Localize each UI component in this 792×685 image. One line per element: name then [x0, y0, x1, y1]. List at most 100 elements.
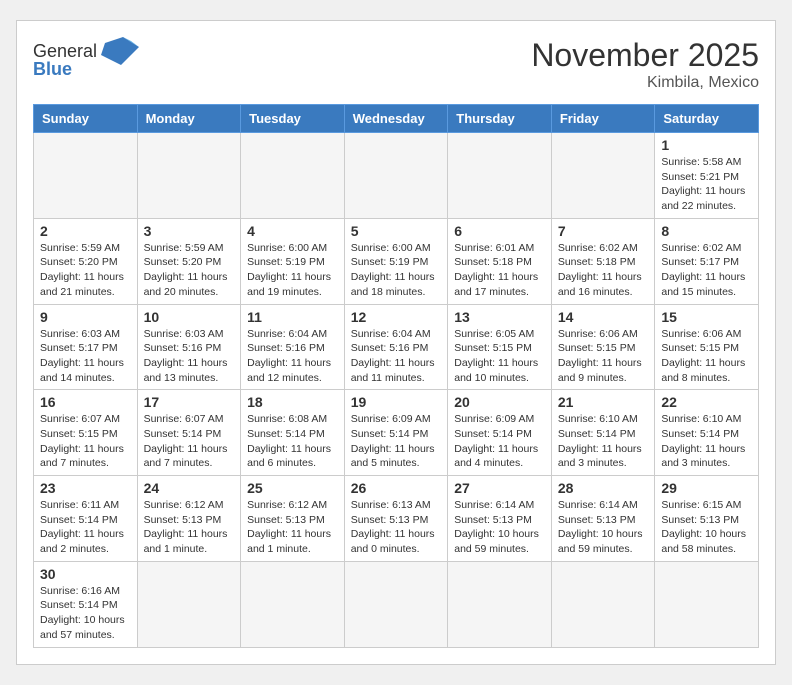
day-number: 30: [40, 566, 131, 582]
day-cell: 16 Sunrise: 6:07 AM Sunset: 5:15 PM Dayli…: [34, 390, 138, 476]
day-cell: 12 Sunrise: 6:04 AM Sunset: 5:16 PM Dayli…: [344, 304, 448, 390]
day-info: Sunrise: 6:07 AM Sunset: 5:14 PM Dayligh…: [144, 412, 235, 471]
day-info: Sunrise: 6:10 AM Sunset: 5:14 PM Dayligh…: [558, 412, 649, 471]
day-number: 2: [40, 223, 131, 239]
day-number: 5: [351, 223, 442, 239]
day-number: 21: [558, 394, 649, 410]
day-cell: 6Sunrise: 6:01 AM Sunset: 5:18 PM Daylig…: [448, 218, 552, 304]
day-cell: [344, 133, 448, 219]
day-cell: 4Sunrise: 6:00 AM Sunset: 5:19 PM Daylig…: [241, 218, 345, 304]
day-number: 9: [40, 309, 131, 325]
day-info: Sunrise: 6:14 AM Sunset: 5:13 PM Dayligh…: [454, 498, 545, 557]
calendar-header: General Blue November 2025 Kimbila, Mexi…: [33, 37, 759, 92]
calendar-table: SundayMondayTuesdayWednesdayThursdayFrid…: [33, 104, 759, 648]
title-area: November 2025 Kimbila, Mexico: [531, 37, 759, 92]
day-info: Sunrise: 5:59 AM Sunset: 5:20 PM Dayligh…: [40, 241, 131, 300]
day-cell: [137, 133, 241, 219]
day-cell: 27 Sunrise: 6:14 AM Sunset: 5:13 PM Dayli…: [448, 476, 552, 562]
day-info: Sunrise: 6:09 AM Sunset: 5:14 PM Dayligh…: [454, 412, 545, 471]
weekday-header-friday: Friday: [551, 105, 655, 133]
day-info: Sunrise: 6:04 AM Sunset: 5:16 PM Dayligh…: [351, 327, 442, 386]
logo: General Blue: [33, 37, 139, 80]
day-number: 11: [247, 309, 338, 325]
calendar-subtitle: Kimbila, Mexico: [531, 74, 759, 92]
day-number: 23: [40, 480, 131, 496]
day-number: 7: [558, 223, 649, 239]
day-info: Sunrise: 6:11 AM Sunset: 5:14 PM Dayligh…: [40, 498, 131, 557]
weekday-header-sunday: Sunday: [34, 105, 138, 133]
day-cell: [241, 133, 345, 219]
week-row-3: 9 Sunrise: 6:03 AM Sunset: 5:17 PM Daylig…: [34, 304, 759, 390]
day-number: 13: [454, 309, 545, 325]
day-number: 17: [144, 394, 235, 410]
week-row-2: 2 Sunrise: 5:59 AM Sunset: 5:20 PM Daylig…: [34, 218, 759, 304]
day-cell: 14Sunrise: 6:06 AM Sunset: 5:15 PM Dayli…: [551, 304, 655, 390]
day-info: Sunrise: 6:12 AM Sunset: 5:13 PM Dayligh…: [247, 498, 338, 557]
day-cell: [241, 561, 345, 647]
day-number: 24: [144, 480, 235, 496]
day-cell: 11 Sunrise: 6:04 AM Sunset: 5:16 PM Dayli…: [241, 304, 345, 390]
day-cell: [551, 561, 655, 647]
day-info: Sunrise: 6:03 AM Sunset: 5:16 PM Dayligh…: [144, 327, 235, 386]
day-cell: [34, 133, 138, 219]
day-number: 1: [661, 137, 752, 153]
day-cell: [448, 133, 552, 219]
day-cell: [137, 561, 241, 647]
day-cell: 18Sunrise: 6:08 AM Sunset: 5:14 PM Dayli…: [241, 390, 345, 476]
day-cell: 13 Sunrise: 6:05 AM Sunset: 5:15 PM Dayli…: [448, 304, 552, 390]
day-info: Sunrise: 6:07 AM Sunset: 5:15 PM Dayligh…: [40, 412, 131, 471]
day-cell: 7 Sunrise: 6:02 AM Sunset: 5:18 PM Daylig…: [551, 218, 655, 304]
day-info: Sunrise: 6:00 AM Sunset: 5:19 PM Dayligh…: [247, 241, 338, 300]
day-number: 29: [661, 480, 752, 496]
day-info: Sunrise: 6:13 AM Sunset: 5:13 PM Dayligh…: [351, 498, 442, 557]
day-cell: 19 Sunrise: 6:09 AM Sunset: 5:14 PM Dayli…: [344, 390, 448, 476]
day-cell: 5 Sunrise: 6:00 AM Sunset: 5:19 PM Daylig…: [344, 218, 448, 304]
day-number: 12: [351, 309, 442, 325]
day-number: 18: [247, 394, 338, 410]
weekday-header-tuesday: Tuesday: [241, 105, 345, 133]
day-info: Sunrise: 6:10 AM Sunset: 5:14 PM Dayligh…: [661, 412, 752, 471]
day-cell: 3 Sunrise: 5:59 AM Sunset: 5:20 PM Daylig…: [137, 218, 241, 304]
day-cell: 17 Sunrise: 6:07 AM Sunset: 5:14 PM Dayli…: [137, 390, 241, 476]
day-number: 14: [558, 309, 649, 325]
day-info: Sunrise: 6:06 AM Sunset: 5:15 PM Dayligh…: [661, 327, 752, 386]
day-info: Sunrise: 6:01 AM Sunset: 5:18 PM Dayligh…: [454, 241, 545, 300]
day-info: Sunrise: 6:09 AM Sunset: 5:14 PM Dayligh…: [351, 412, 442, 471]
day-info: Sunrise: 6:15 AM Sunset: 5:13 PM Dayligh…: [661, 498, 752, 557]
week-row-1: 1 Sunrise: 5:58 AM Sunset: 5:21 PM Daylig…: [34, 133, 759, 219]
weekday-header-monday: Monday: [137, 105, 241, 133]
day-info: Sunrise: 6:03 AM Sunset: 5:17 PM Dayligh…: [40, 327, 131, 386]
day-cell: [655, 561, 759, 647]
day-info: Sunrise: 6:02 AM Sunset: 5:18 PM Dayligh…: [558, 241, 649, 300]
day-info: Sunrise: 6:12 AM Sunset: 5:13 PM Dayligh…: [144, 498, 235, 557]
weekday-header-row: SundayMondayTuesdayWednesdayThursdayFrid…: [34, 105, 759, 133]
day-info: Sunrise: 6:04 AM Sunset: 5:16 PM Dayligh…: [247, 327, 338, 386]
calendar-container: General Blue November 2025 Kimbila, Mexi…: [16, 20, 776, 665]
day-cell: 10Sunrise: 6:03 AM Sunset: 5:16 PM Dayli…: [137, 304, 241, 390]
day-cell: [448, 561, 552, 647]
day-info: Sunrise: 6:00 AM Sunset: 5:19 PM Dayligh…: [351, 241, 442, 300]
day-cell: 15Sunrise: 6:06 AM Sunset: 5:15 PM Dayli…: [655, 304, 759, 390]
weekday-header-wednesday: Wednesday: [344, 105, 448, 133]
day-cell: 23 Sunrise: 6:11 AM Sunset: 5:14 PM Dayli…: [34, 476, 138, 562]
day-number: 8: [661, 223, 752, 239]
logo-blue-text: Blue: [33, 59, 72, 80]
day-cell: 30 Sunrise: 6:16 AM Sunset: 5:14 PM Dayli…: [34, 561, 138, 647]
day-info: Sunrise: 6:16 AM Sunset: 5:14 PM Dayligh…: [40, 584, 131, 643]
day-number: 3: [144, 223, 235, 239]
weekday-header-saturday: Saturday: [655, 105, 759, 133]
day-number: 27: [454, 480, 545, 496]
day-number: 16: [40, 394, 131, 410]
day-number: 25: [247, 480, 338, 496]
day-cell: 26Sunrise: 6:13 AM Sunset: 5:13 PM Dayli…: [344, 476, 448, 562]
day-cell: 9 Sunrise: 6:03 AM Sunset: 5:17 PM Daylig…: [34, 304, 138, 390]
day-number: 19: [351, 394, 442, 410]
day-number: 22: [661, 394, 752, 410]
day-info: Sunrise: 6:05 AM Sunset: 5:15 PM Dayligh…: [454, 327, 545, 386]
day-info: Sunrise: 5:58 AM Sunset: 5:21 PM Dayligh…: [661, 155, 752, 214]
week-row-6: 30 Sunrise: 6:16 AM Sunset: 5:14 PM Dayli…: [34, 561, 759, 647]
day-cell: 1 Sunrise: 5:58 AM Sunset: 5:21 PM Daylig…: [655, 133, 759, 219]
day-cell: 25 Sunrise: 6:12 AM Sunset: 5:13 PM Dayli…: [241, 476, 345, 562]
day-info: Sunrise: 5:59 AM Sunset: 5:20 PM Dayligh…: [144, 241, 235, 300]
day-cell: 20Sunrise: 6:09 AM Sunset: 5:14 PM Dayli…: [448, 390, 552, 476]
